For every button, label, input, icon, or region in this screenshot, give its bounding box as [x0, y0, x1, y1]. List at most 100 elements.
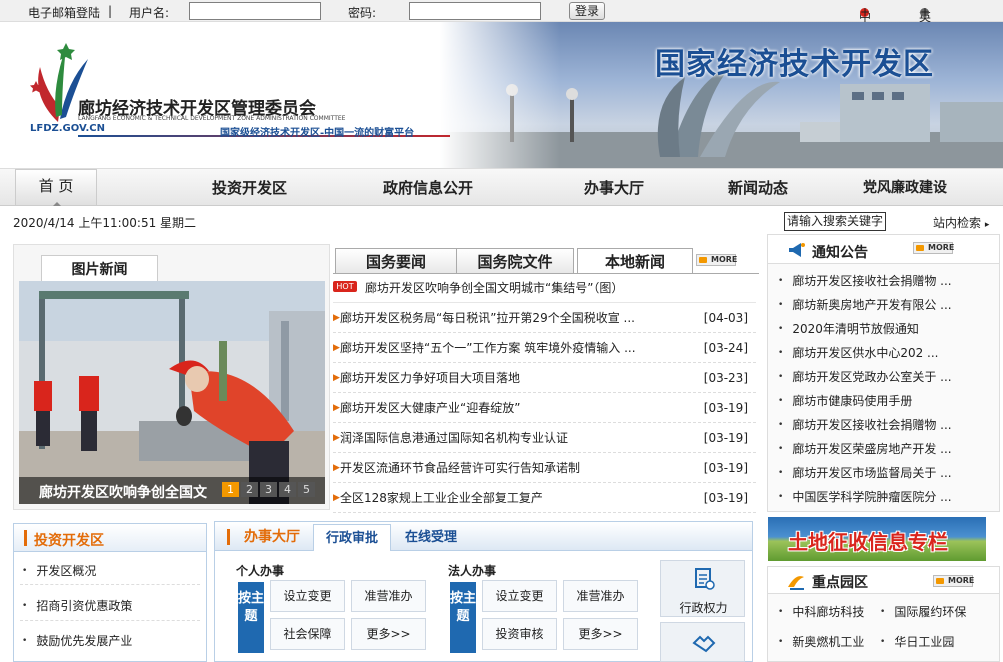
tab-local-news[interactable]: 本地新闻	[577, 248, 693, 273]
date-time: 2020/4/14 上午11:00:51 星期二	[13, 216, 197, 230]
park-item[interactable]: 国际履约环保	[880, 603, 966, 620]
password-input[interactable]	[409, 2, 541, 20]
headline-title: 廊坊开发区吹响争创全国文明城市“集结号”（图）	[365, 281, 624, 295]
pager-5[interactable]: 5	[298, 482, 315, 497]
nav-item-gov-info[interactable]: 政府信息公开	[383, 177, 473, 198]
news-date: [03-19]	[703, 431, 748, 445]
park-icon	[788, 576, 804, 590]
service-item[interactable]: 社会保障	[270, 618, 345, 650]
separator: |	[108, 4, 113, 18]
invest-item[interactable]: 鼓励优先发展产业	[22, 632, 132, 649]
news-more-button[interactable]: MORE	[696, 254, 737, 266]
header-banner: 国家经济技术开发区 廊坊经济技术开发区管理委员会 LANGFANG ECONOM…	[0, 22, 1003, 168]
nav-item-service-hall[interactable]: 办事大厅	[584, 177, 644, 198]
news-date: [04-03]	[703, 311, 748, 325]
arrow-icon: ▶	[333, 343, 340, 353]
notice-item[interactable]: 廊坊开发区供水中心202 ...	[778, 344, 938, 361]
park-item[interactable]: 新奥燃机工业	[778, 633, 864, 650]
service-item[interactable]: 设立变更	[482, 580, 557, 612]
mail-login-link[interactable]: 电子邮箱登陆	[28, 4, 100, 21]
tab-state-news[interactable]: 国务要闻	[335, 248, 457, 273]
notice-item[interactable]: 廊坊新奥房地产开发有限公 ...	[778, 296, 951, 313]
tab-service-hall[interactable]: 办事大厅	[238, 524, 306, 551]
service-item[interactable]: 更多>>	[563, 618, 638, 650]
invest-item[interactable]: 招商引资优惠政策	[22, 597, 132, 614]
notice-item[interactable]: 廊坊市健康码使用手册	[778, 392, 912, 409]
pager-1[interactable]: 1	[222, 482, 239, 497]
arrow-icon: ▶	[333, 313, 340, 323]
tab-state-council-docs[interactable]: 国务院文件	[456, 248, 574, 273]
search-input[interactable]: 请输入搜索关键字	[784, 212, 886, 231]
news-row[interactable]: ▶ 廊坊开发区力争好项目大项目落地 [03-23]	[333, 363, 756, 393]
pager-3[interactable]: 3	[260, 482, 277, 497]
service-item[interactable]: 设立变更	[270, 580, 345, 612]
news-title: 廊坊开发区坚持“五个一”工作方案 筑牢境外疫情输入 ...	[340, 341, 636, 355]
notice-item[interactable]: 廊坊开发区荣盛房地产开发 ...	[778, 440, 951, 457]
notice-item[interactable]: 廊坊开发区市场监督局关于 ...	[778, 464, 951, 481]
nav-item-invest[interactable]: 投资开发区	[212, 177, 287, 198]
search-button[interactable]: 站内检索 ▸	[933, 214, 989, 231]
plus-icon: +	[920, 5, 931, 19]
picture-caption[interactable]: 廊坊开发区吹响争创全国文	[39, 482, 207, 502]
banner-title: 国家经济技术开发区	[655, 47, 934, 82]
search-label: 站内检索	[933, 216, 982, 230]
username-label: 用户名:	[129, 6, 170, 20]
service-item[interactable]: 准营准办	[563, 580, 638, 612]
news-row[interactable]: ▶ 廊坊开发区税务局“每日税讯”拉开第29个全国税收宣 ... [04-03]	[333, 303, 756, 333]
login-button[interactable]: 登录	[569, 2, 605, 20]
volunteer-photo	[19, 281, 325, 504]
org-url: LFDZ.GOV.CN	[30, 123, 105, 134]
notice-item[interactable]: 廊坊开发区接收社会捐赠物 ...	[778, 416, 951, 433]
banner-fade	[440, 22, 560, 168]
service-item[interactable]: 准营准办	[351, 580, 426, 612]
service-shortcut-button[interactable]	[660, 622, 745, 662]
picture-caption-bar: 廊坊开发区吹响争创全国文 1 2 3 4 5	[19, 477, 325, 504]
notice-item[interactable]: 廊坊开发区接收社会捐赠物 ...	[778, 272, 951, 289]
notice-item[interactable]: 廊坊开发区党政办公室关于 ...	[778, 368, 951, 385]
service-item[interactable]: 更多>>	[351, 618, 426, 650]
news-title: 廊坊开发区税务局“每日税讯”拉开第29个全国税收宣 ...	[340, 311, 635, 325]
parks-header: 重点园区 MORE	[768, 567, 999, 594]
notice-item[interactable]: 中国医学科学院肿瘤医院分 ...	[778, 488, 951, 505]
news-title: 全区128家规上工业企业全部复工复产	[340, 491, 543, 505]
nav-item-home[interactable]: 首 页	[15, 169, 97, 206]
park-item[interactable]: 华日工业园	[880, 633, 954, 650]
notice-item[interactable]: 2020年清明节放假通知	[778, 320, 919, 337]
parks-title: 重点园区	[812, 575, 868, 591]
news-title: 开发区流通环节食品经营许可实行告知承诺制	[340, 461, 581, 475]
arrow-icon: ▶	[333, 463, 340, 473]
personal-theme-button[interactable]: 按主题	[238, 582, 264, 653]
megaphone-icon	[789, 243, 805, 257]
pager-4[interactable]: 4	[279, 482, 296, 497]
news-row[interactable]: ▶ 廊坊开发区坚持“五个一”工作方案 筑牢境外疫情输入 ... [03-24]	[333, 333, 756, 363]
notice-title: 通知公告	[812, 245, 868, 261]
arrow-icon: ▶	[333, 433, 340, 443]
parks-more-button[interactable]: MORE	[933, 575, 974, 587]
headline-row[interactable]: HOT 廊坊开发区吹响争创全国文明城市“集结号”（图）	[333, 273, 756, 303]
login-bar: 电子邮箱登陆 | 用户名: 密码: 登录 中文版+ 英文版+	[0, 0, 1003, 58]
news-row[interactable]: ▶ 廊坊开发区大健康产业“迎春绽放” [03-19]	[333, 393, 756, 423]
news-row[interactable]: ▶ 润泽国际信息港通过国际知名机构专业认证 [03-19]	[333, 423, 756, 453]
notice-more-button[interactable]: MORE	[913, 242, 954, 254]
admin-power-button[interactable]: 行政权力	[660, 560, 745, 617]
picture-news-photo[interactable]	[19, 281, 325, 504]
news-row[interactable]: ▶ 全区128家规上工业企业全部复工复产 [03-19]	[333, 483, 756, 513]
land-expropriation-banner[interactable]: 土地征收信息专栏	[768, 517, 986, 561]
tab-picture-news[interactable]: 图片新闻	[41, 255, 158, 281]
invest-item[interactable]: 开发区概况	[22, 562, 96, 579]
legal-label: 法人办事	[448, 564, 497, 578]
tab-admin-approval[interactable]: 行政审批	[313, 524, 391, 551]
tab-online-accept[interactable]: 在线受理	[394, 524, 468, 551]
news-row[interactable]: ▶ 开发区流通环节食品经营许可实行告知承诺制 [03-19]	[333, 453, 756, 483]
park-item[interactable]: 中科廊坊科技	[778, 603, 864, 620]
nav-item-party[interactable]: 党风廉政建设	[863, 177, 947, 197]
pager-2[interactable]: 2	[241, 482, 258, 497]
invest-title: 投资开发区	[34, 533, 104, 549]
legal-theme-button[interactable]: 按主题	[450, 582, 476, 653]
username-input[interactable]	[189, 2, 321, 20]
news-date: [03-19]	[703, 491, 748, 505]
divider	[20, 584, 200, 585]
service-item[interactable]: 投资审核	[482, 618, 557, 650]
nav-item-news[interactable]: 新闻动态	[728, 177, 788, 198]
news-date: [03-24]	[703, 341, 748, 355]
